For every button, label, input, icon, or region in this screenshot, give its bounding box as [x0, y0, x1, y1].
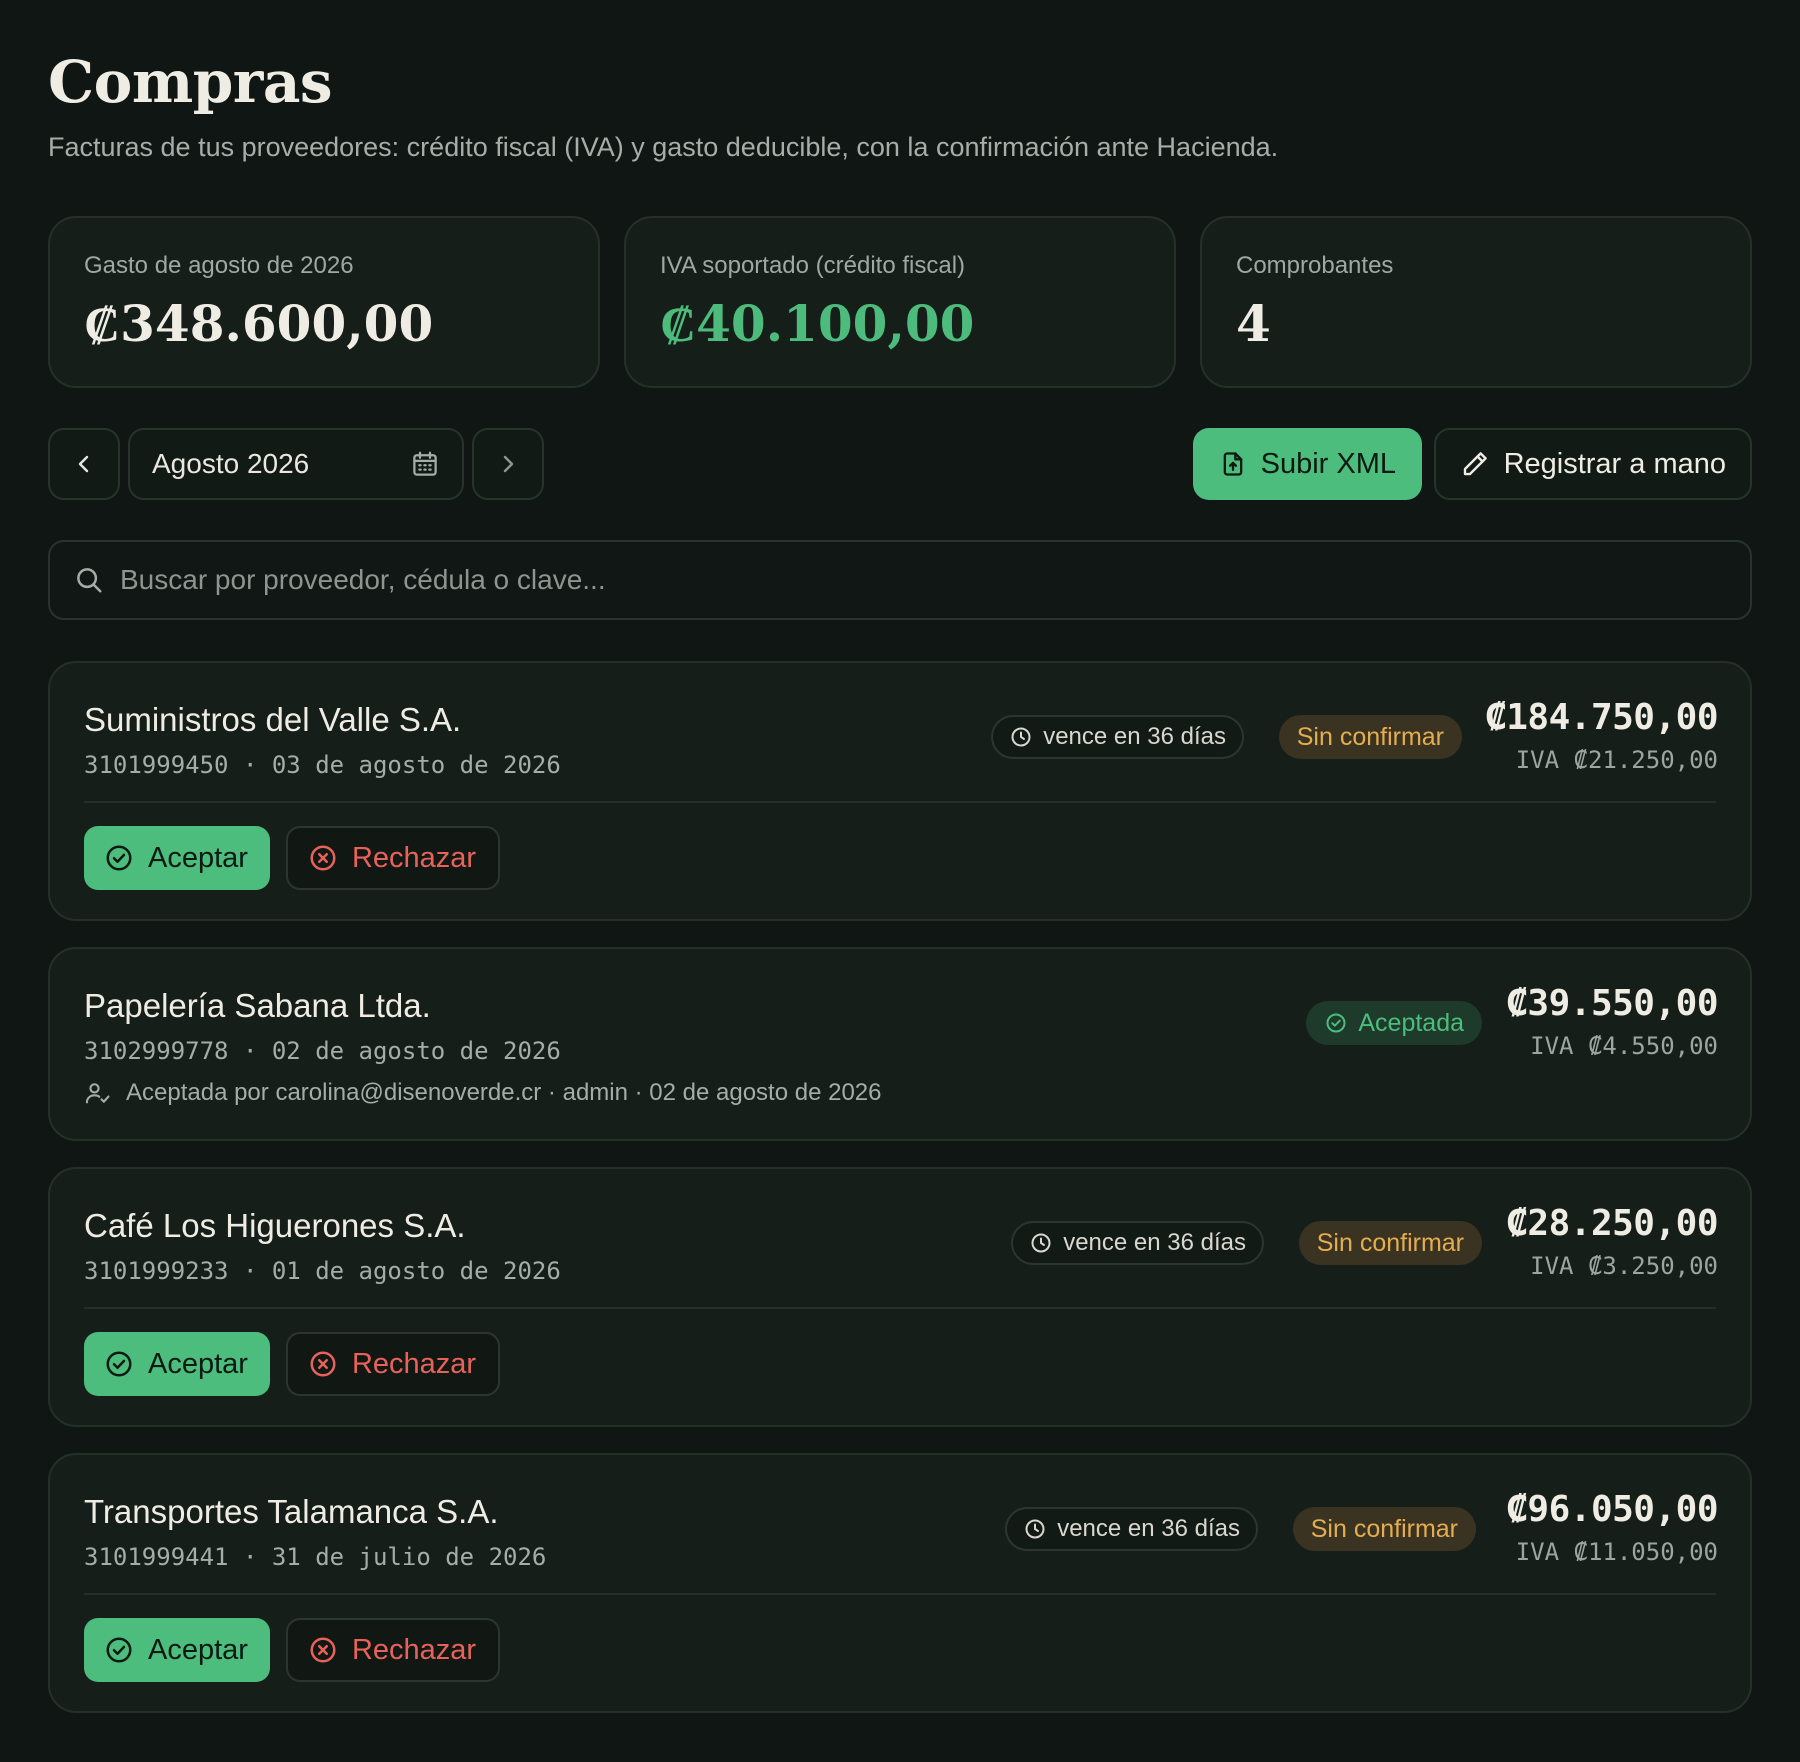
- chevron-right-icon: [496, 452, 520, 476]
- stat-label: IVA soportado (crédito fiscal): [660, 252, 966, 279]
- stat-label: Comprobantes: [1236, 252, 1394, 279]
- invoice-meta: 3102999778 · 02 de agosto de 2026: [84, 1037, 561, 1065]
- previous-month-button[interactable]: [48, 428, 120, 500]
- invoice-card: Transportes Talamanca S.A. 3101999441 · …: [48, 1453, 1752, 1713]
- status-label: Aceptada: [1358, 1008, 1464, 1037]
- reject-label: Rechazar: [351, 841, 477, 874]
- purchases-page: Compras Facturas de tus proveedores: cré…: [0, 0, 1800, 1762]
- invoice-card: Suministros del Valle S.A. 3101999450 · …: [48, 661, 1752, 921]
- reject-button[interactable]: Rechazar: [285, 1618, 501, 1682]
- supplier-name: Papelería Sabana Ltda.: [84, 987, 431, 1024]
- search-input[interactable]: [120, 564, 1726, 596]
- invoice-meta: 3101999450 · 03 de agosto de 2026: [84, 751, 561, 779]
- register-manually-button[interactable]: Registrar a mano: [1433, 428, 1752, 500]
- invoice-actions: Aceptar Rechazar: [84, 1618, 501, 1682]
- next-month-button[interactable]: [472, 428, 544, 500]
- stat-card-count: Comprobantes 4: [1200, 216, 1752, 388]
- due-badge: vence en 36 días: [991, 715, 1244, 759]
- invoice-amount: ₡28.250,00: [1506, 1203, 1718, 1244]
- divider: [84, 801, 1716, 803]
- clock-icon: [1009, 725, 1033, 749]
- pencil-icon: [1460, 449, 1490, 479]
- check-circle-icon: [104, 1349, 134, 1379]
- search-icon: [74, 565, 104, 595]
- accepted-by-note: Aceptada por carolina@disenoverde.cr · a…: [84, 1079, 882, 1107]
- status-badge: Aceptada: [1306, 1001, 1482, 1045]
- accept-button[interactable]: Aceptar: [84, 1332, 270, 1396]
- invoice-amount: ₡39.550,00: [1506, 983, 1718, 1024]
- page-title: Compras: [48, 48, 333, 116]
- upload-xml-button[interactable]: Subir XML: [1192, 428, 1422, 500]
- invoice-iva: IVA ₡3.250,00: [1530, 1252, 1718, 1280]
- invoice-meta: 3101999441 · 31 de julio de 2026: [84, 1543, 547, 1571]
- accepted-by-label: Aceptada por carolina@disenoverde.cr · a…: [126, 1079, 882, 1106]
- stat-value: 4: [1236, 294, 1271, 353]
- stat-card-expense: Gasto de agosto de 2026 ₡348.600,00: [48, 216, 600, 388]
- invoice-iva: IVA ₡21.250,00: [1515, 746, 1718, 774]
- month-picker[interactable]: Agosto 2026: [128, 428, 464, 500]
- stats-row: Gasto de agosto de 2026 ₡348.600,00 IVA …: [48, 216, 1752, 388]
- amount-block: ₡96.050,00 IVA ₡11.050,00: [1506, 1489, 1718, 1566]
- invoice-actions: Aceptar Rechazar: [84, 1332, 501, 1396]
- check-circle-icon: [104, 843, 134, 873]
- x-circle-icon: [308, 1349, 338, 1379]
- amount-block: ₡184.750,00 IVA ₡21.250,00: [1485, 697, 1718, 774]
- invoice-amount: ₡184.750,00: [1485, 697, 1718, 738]
- clock-icon: [1023, 1517, 1047, 1541]
- page-subtitle: Facturas de tus proveedores: crédito fis…: [48, 132, 1279, 162]
- amount-block: ₡28.250,00 IVA ₡3.250,00: [1506, 1203, 1718, 1280]
- amount-block: ₡39.550,00 IVA ₡4.550,00: [1506, 983, 1718, 1060]
- chevron-left-icon: [72, 452, 96, 476]
- x-circle-icon: [308, 1635, 338, 1665]
- due-label: vence en 36 días: [1057, 1515, 1240, 1542]
- due-label: vence en 36 días: [1043, 723, 1226, 750]
- accept-label: Aceptar: [148, 1347, 248, 1380]
- user-check-icon: [84, 1079, 112, 1107]
- due-badge: vence en 36 días: [1005, 1507, 1258, 1551]
- due-badge: vence en 36 días: [1011, 1221, 1264, 1265]
- check-circle-icon: [104, 1635, 134, 1665]
- invoice-card: Café Los Higuerones S.A. 3101999233 · 01…: [48, 1167, 1752, 1427]
- supplier-name: Suministros del Valle S.A.: [84, 701, 462, 738]
- stat-label: Gasto de agosto de 2026: [84, 252, 354, 279]
- invoice-iva: IVA ₡11.050,00: [1515, 1538, 1718, 1566]
- reject-label: Rechazar: [351, 1633, 477, 1666]
- invoice-meta: 3101999233 · 01 de agosto de 2026: [84, 1257, 561, 1285]
- status-badge: Sin confirmar: [1292, 1507, 1476, 1551]
- supplier-name: Café Los Higuerones S.A.: [84, 1207, 466, 1244]
- status-badge: Sin confirmar: [1278, 715, 1462, 759]
- invoice-actions: Aceptar Rechazar: [84, 826, 501, 890]
- reject-button[interactable]: Rechazar: [285, 826, 501, 890]
- file-upload-icon: [1219, 450, 1247, 478]
- stat-card-iva: IVA soportado (crédito fiscal) ₡40.100,0…: [624, 216, 1176, 388]
- reject-button[interactable]: Rechazar: [285, 1332, 501, 1396]
- invoice-iva: IVA ₡4.550,00: [1530, 1032, 1718, 1060]
- clock-icon: [1029, 1231, 1053, 1255]
- search-bar: [48, 540, 1752, 620]
- reject-label: Rechazar: [351, 1347, 477, 1380]
- calendar-icon: [410, 449, 440, 479]
- accept-label: Aceptar: [148, 1633, 248, 1666]
- invoice-amount: ₡96.050,00: [1506, 1489, 1718, 1530]
- month-label: Agosto 2026: [152, 448, 310, 479]
- check-circle-icon: [1324, 1011, 1348, 1035]
- x-circle-icon: [308, 843, 338, 873]
- register-manually-label: Registrar a mano: [1503, 447, 1726, 480]
- toolbar: Agosto 2026 Subir XML Registrar a mano: [48, 428, 1752, 500]
- supplier-name: Transportes Talamanca S.A.: [84, 1493, 499, 1530]
- accept-button[interactable]: Aceptar: [84, 826, 270, 890]
- stat-value: ₡40.100,00: [660, 294, 975, 353]
- divider: [84, 1307, 1716, 1309]
- stat-value: ₡348.600,00: [84, 294, 434, 353]
- due-label: vence en 36 días: [1063, 1229, 1246, 1256]
- accept-label: Aceptar: [148, 841, 248, 874]
- status-badge: Sin confirmar: [1298, 1221, 1482, 1265]
- divider: [84, 1593, 1716, 1595]
- accept-button[interactable]: Aceptar: [84, 1618, 270, 1682]
- upload-xml-label: Subir XML: [1260, 447, 1396, 480]
- invoice-card: Papelería Sabana Ltda. 3102999778 · 02 d…: [48, 947, 1752, 1141]
